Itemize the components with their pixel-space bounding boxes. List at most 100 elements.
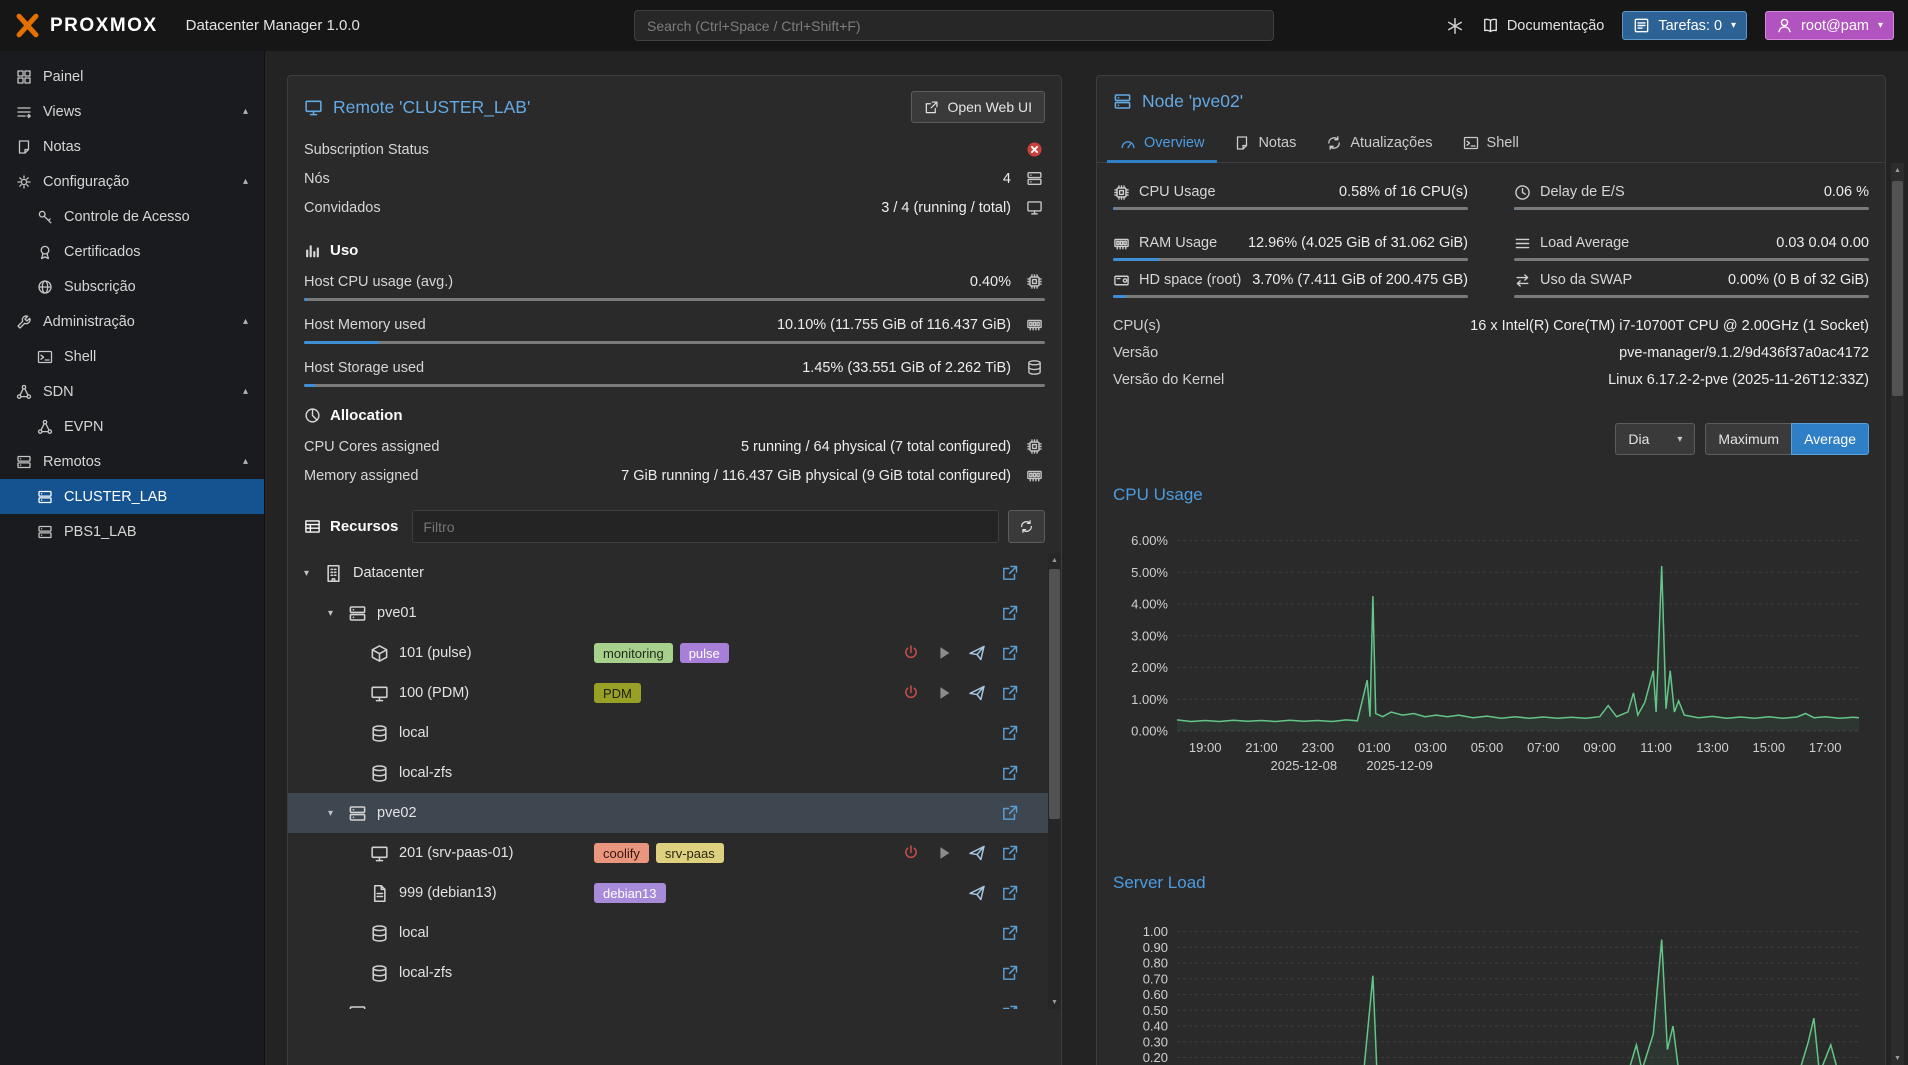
tab-updates[interactable]: Atualizações — [1313, 124, 1445, 162]
expand-caret-icon[interactable]: ▾ — [328, 808, 348, 819]
scroll-up-icon[interactable]: ▲ — [1048, 553, 1061, 567]
nodes-row: Nós 4 — [304, 164, 1045, 193]
external-link-icon[interactable] — [1001, 564, 1019, 582]
sidebar-item-pbs1-lab[interactable]: PBS1_LAB — [0, 514, 264, 549]
node-icon — [348, 804, 368, 823]
sidebar-item-administracao[interactable]: Administração ▴ — [0, 304, 264, 339]
sidebar-item-notas[interactable]: Notas — [0, 129, 264, 164]
sidebar-item-label: Painel — [43, 69, 83, 85]
start-button[interactable] — [935, 684, 953, 702]
sidebar-item-evpn[interactable]: EVPN — [0, 409, 264, 444]
sidebar-item-sdn[interactable]: SDN ▴ — [0, 374, 264, 409]
timeframe-select[interactable]: Dia ▾ — [1615, 423, 1695, 455]
tree-row-vm-999[interactable]: 999 (debian13) debian13 — [288, 873, 1061, 913]
tree-row-datacenter[interactable]: ▾ Datacenter — [288, 553, 1061, 593]
migrate-button[interactable] — [968, 644, 986, 662]
documentation-button[interactable]: Documentação — [1482, 17, 1605, 34]
sidebar-item-views[interactable]: Views ▴ — [0, 94, 264, 129]
sidebar-item-cluster-lab[interactable]: CLUSTER_LAB — [0, 479, 264, 514]
migrate-button[interactable] — [968, 884, 986, 902]
tree-row-storage-local-zfs[interactable]: local-zfs — [288, 953, 1061, 993]
scroll-thumb[interactable] — [1049, 569, 1060, 819]
tree-row-storage-local[interactable]: local — [288, 913, 1061, 953]
tree-scrollbar[interactable]: ▲ ▼ — [1048, 553, 1061, 1009]
node-panel: Node 'pve02' Overview Notas Atualizações — [1096, 75, 1886, 1065]
expand-caret-icon[interactable]: ▾ — [304, 568, 324, 579]
start-button[interactable] — [935, 844, 953, 862]
external-link-icon[interactable] — [1001, 684, 1019, 702]
external-link-icon[interactable] — [1001, 764, 1019, 782]
shutdown-button[interactable] — [902, 844, 920, 862]
collapse-caret-icon[interactable]: ▴ — [243, 456, 248, 467]
expand-caret-icon[interactable]: ▾ — [328, 608, 348, 619]
tree-row-vm-201[interactable]: 201 (srv-paas-01) coolify srv-paas — [288, 833, 1061, 873]
globe-icon — [37, 279, 53, 295]
shutdown-button[interactable] — [902, 644, 920, 662]
collapse-caret-icon[interactable]: ▴ — [243, 106, 248, 117]
migrate-button[interactable] — [968, 684, 986, 702]
external-link-icon[interactable] — [1001, 964, 1019, 982]
filter-input[interactable] — [412, 510, 999, 543]
io-delay-bar — [1514, 207, 1869, 210]
external-link-icon[interactable] — [1001, 804, 1019, 822]
remote-panel: Remote 'CLUSTER_LAB' Open Web UI Subscri… — [287, 75, 1062, 1065]
external-link-icon[interactable] — [1001, 724, 1019, 742]
sidebar-item-painel[interactable]: Painel — [0, 59, 264, 94]
tree-row-storage-local-zfs[interactable]: local-zfs — [288, 753, 1061, 793]
tab-shell[interactable]: Shell — [1450, 124, 1532, 162]
tasks-icon — [1633, 17, 1650, 34]
server-load-chart: 0.000.100.200.300.400.500.600.700.800.90… — [1113, 907, 1869, 1065]
tree-row-pve01[interactable]: ▾ pve01 — [288, 593, 1061, 633]
external-link-icon[interactable] — [1001, 884, 1019, 902]
sidebar: Painel Views ▴ Notas Configuração ▴ Cont… — [0, 51, 265, 1065]
svg-text:0.30: 0.30 — [1143, 1034, 1168, 1049]
row-label: Convidados — [304, 200, 381, 216]
external-link-icon[interactable] — [1001, 644, 1019, 662]
average-button[interactable]: Average — [1791, 423, 1869, 455]
external-link-icon[interactable] — [1001, 1004, 1019, 1009]
external-link-icon[interactable] — [1001, 924, 1019, 942]
theme-icon[interactable] — [1446, 17, 1464, 35]
scroll-up-icon[interactable]: ▲ — [1891, 163, 1904, 177]
remote-icon — [304, 98, 323, 117]
sidebar-item-remotos[interactable]: Remotos ▴ — [0, 444, 264, 479]
panel-scrollbar[interactable]: ▲ ▼ — [1891, 163, 1904, 1065]
tree-row-storage-local[interactable]: local — [288, 713, 1061, 753]
maximum-button[interactable]: Maximum — [1705, 423, 1791, 455]
tree-row-pve02[interactable]: ▾ pve02 — [288, 793, 1061, 833]
note-icon — [1234, 135, 1250, 151]
global-search-input[interactable] — [634, 10, 1274, 41]
collapse-caret-icon[interactable]: ▴ — [243, 176, 248, 187]
scroll-down-icon[interactable]: ▼ — [1048, 995, 1061, 1009]
sidebar-item-subscricao[interactable]: Subscrição — [0, 269, 264, 304]
external-link-icon[interactable] — [1001, 844, 1019, 862]
scroll-thumb[interactable] — [1892, 181, 1903, 396]
user-menu-button[interactable]: root@pam ▾ — [1765, 11, 1894, 40]
tree-row-vm-100[interactable]: 100 (PDM) PDM — [288, 673, 1061, 713]
sidebar-item-configuracao[interactable]: Configuração ▴ — [0, 164, 264, 199]
sidebar-item-shell[interactable]: Shell — [0, 339, 264, 374]
refresh-button[interactable] — [1008, 510, 1045, 543]
scroll-down-icon[interactable]: ▼ — [1891, 1051, 1904, 1065]
collapse-caret-icon[interactable]: ▴ — [243, 386, 248, 397]
start-button[interactable] — [935, 644, 953, 662]
open-web-ui-button[interactable]: Open Web UI — [911, 91, 1045, 123]
svg-text:1.00%: 1.00% — [1131, 692, 1168, 707]
expand-caret-icon[interactable]: ▸ — [328, 1008, 348, 1010]
shutdown-button[interactable] — [902, 684, 920, 702]
migrate-button[interactable] — [968, 844, 986, 862]
sidebar-item-controle-de-acesso[interactable]: Controle de Acesso — [0, 199, 264, 234]
sidebar-item-certificados[interactable]: Certificados — [0, 234, 264, 269]
collapse-caret-icon[interactable]: ▴ — [243, 316, 248, 327]
node-icon — [1113, 92, 1132, 111]
memory-assigned-row: Memory assigned 7 GiB running / 116.437 … — [304, 461, 1045, 490]
svg-text:19:00: 19:00 — [1189, 740, 1222, 755]
external-link-icon[interactable] — [1001, 604, 1019, 622]
tree-row-partial[interactable]: ▸ — [288, 993, 1061, 1009]
key-icon — [37, 209, 53, 225]
tab-notes[interactable]: Notas — [1221, 124, 1309, 162]
storage-icon — [370, 924, 390, 943]
tree-row-ct-101[interactable]: 101 (pulse) monitoring pulse — [288, 633, 1061, 673]
tasks-button[interactable]: Tarefas: 0 ▾ — [1622, 11, 1747, 40]
tab-overview[interactable]: Overview — [1107, 124, 1217, 162]
